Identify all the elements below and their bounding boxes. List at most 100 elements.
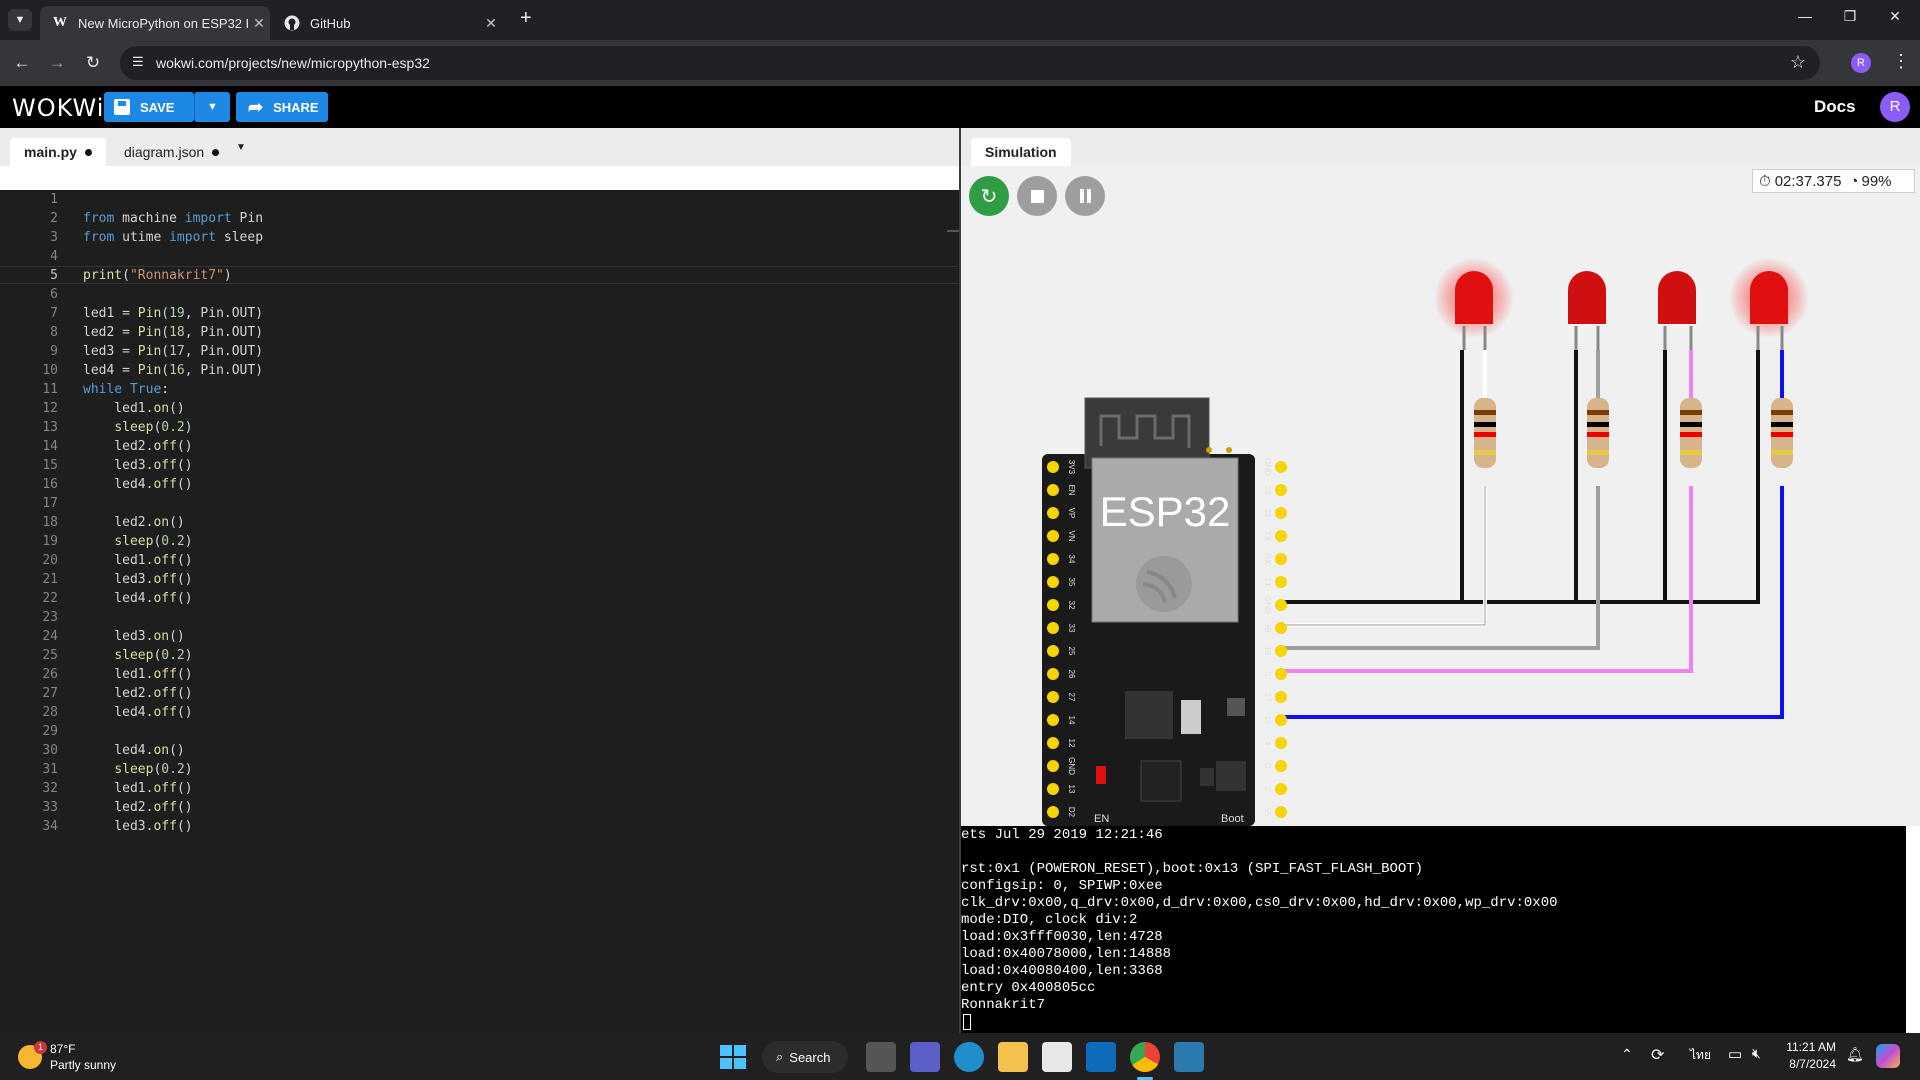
start-windows-icon[interactable] — [717, 1042, 747, 1072]
code-line[interactable]: led3 = Pin(17, Pin.OUT) — [83, 344, 263, 359]
code-line[interactable]: sleep(0.2) — [83, 648, 192, 663]
back-icon[interactable]: ← — [10, 52, 34, 76]
code-line[interactable]: led2.on() — [83, 515, 184, 530]
esp32-pin[interactable] — [1275, 553, 1287, 565]
close-tab-icon[interactable]: ✕ — [248, 15, 270, 32]
tab-search-button[interactable]: ▼ — [8, 9, 32, 31]
notifications-bell-icon[interactable]: 🔔︎ — [1846, 1046, 1864, 1063]
language-icon[interactable]: ไทย — [1690, 1046, 1711, 1065]
photos-icon[interactable] — [1174, 1042, 1204, 1072]
esp32-pin[interactable] — [1047, 645, 1059, 657]
show-hidden-icons-icon[interactable]: ⌃ — [1621, 1046, 1633, 1063]
code-line[interactable]: led3.off() — [83, 458, 192, 473]
code-line[interactable]: while True: — [83, 382, 169, 397]
code-line[interactable]: led1.off() — [83, 553, 192, 568]
minimize-icon[interactable]: — — [1790, 8, 1820, 24]
mail-icon[interactable] — [1086, 1042, 1116, 1072]
reload-icon[interactable]: ↻ — [81, 52, 105, 76]
esp32-pin[interactable] — [1047, 783, 1059, 795]
esp32-pin[interactable] — [1047, 576, 1059, 588]
code-line[interactable]: led4.off() — [83, 591, 192, 606]
wokwi-logo[interactable]: WOKWi — [12, 94, 104, 122]
esp32-pin[interactable] — [1275, 714, 1287, 726]
code-line[interactable]: sleep(0.2) — [83, 534, 192, 549]
tab-simulation[interactable]: Simulation — [971, 138, 1071, 166]
esp32-pin[interactable] — [1047, 599, 1059, 611]
tab-main-py[interactable]: main.py — [10, 138, 106, 166]
resistor-4[interactable] — [1771, 398, 1793, 468]
code-line[interactable]: from utime import sleep — [83, 230, 263, 245]
console-scrollbar[interactable] — [1906, 826, 1920, 1033]
wire-led4[interactable] — [1281, 350, 1784, 719]
editor-scrollbar[interactable] — [947, 230, 959, 232]
code-line[interactable]: led2.off() — [83, 439, 192, 454]
resistor-2[interactable] — [1587, 398, 1609, 468]
code-line[interactable]: led4.on() — [83, 743, 184, 758]
esp32-pin[interactable] — [1047, 484, 1059, 496]
taskbar-search[interactable]: ⌕ Search — [762, 1041, 848, 1073]
esp32-pin[interactable] — [1275, 599, 1287, 611]
esp32-pin[interactable] — [1047, 622, 1059, 634]
esp32-pin[interactable] — [1047, 691, 1059, 703]
code-line[interactable]: led2 = Pin(18, Pin.OUT) — [83, 325, 263, 340]
esp32-pin[interactable] — [1047, 737, 1059, 749]
code-line[interactable]: led2.off() — [83, 686, 192, 701]
esp32-pin[interactable] — [1275, 645, 1287, 657]
serial-monitor[interactable]: ets Jul 29 2019 12:21:46 rst:0x1 (POWERON… — [961, 826, 1920, 1033]
microsoft-store-icon[interactable] — [1042, 1042, 1072, 1072]
led-3[interactable] — [1658, 271, 1696, 350]
esp32-pin[interactable] — [1275, 622, 1287, 634]
code-line[interactable]: led4 = Pin(16, Pin.OUT) — [83, 363, 263, 378]
led-4[interactable] — [1729, 258, 1809, 350]
sync-icon[interactable]: ⟳ — [1651, 1045, 1664, 1065]
resistor-3[interactable] — [1680, 398, 1702, 468]
led-2[interactable] — [1568, 271, 1606, 350]
esp32-pin[interactable] — [1047, 760, 1059, 772]
code-editor[interactable]: 1 2 3 4 5 6 7 8 9 10 11 12 13 14 15 16 17 18 19 20 21 22 23 24 2… — [0, 190, 960, 1033]
share-button[interactable]: ➦ SHARE — [236, 92, 328, 122]
edge-icon[interactable] — [954, 1042, 984, 1072]
close-tab-icon[interactable]: ✕ — [480, 15, 502, 32]
site-info-icon[interactable]: ☰ — [132, 54, 144, 70]
simulation-canvas[interactable]: ↻ ⏱ 02:37.375 ◔ 99% ESP32 EN Boot 3V3 EN… — [961, 166, 1920, 826]
code-line[interactable]: sleep(0.2) — [83, 762, 192, 777]
browser-menu-icon[interactable]: ⋮ — [1892, 51, 1910, 72]
code-line[interactable]: led4.off() — [83, 705, 192, 720]
user-avatar[interactable]: R — [1880, 92, 1910, 122]
clock-date[interactable]: 8/7/2024 — [1784, 1057, 1836, 1071]
circuit-diagram[interactable]: ESP32 EN Boot 3V3ENVPVN34353233252627141… — [961, 166, 1920, 826]
chrome-icon[interactable] — [1130, 1042, 1160, 1072]
esp32-pin[interactable] — [1275, 461, 1287, 473]
volume-muted-icon[interactable]: 🔇︎ — [1752, 1045, 1761, 1062]
wire-gnd[interactable] — [1281, 350, 1760, 604]
code-line[interactable]: led3.off() — [83, 572, 192, 587]
esp32-pin[interactable] — [1047, 461, 1059, 473]
tab-diagram-json[interactable]: diagram.json — [110, 138, 233, 166]
docs-link[interactable]: Docs — [1814, 97, 1856, 117]
clock-time[interactable]: 11:21 AM — [1784, 1040, 1836, 1054]
esp32-pin[interactable] — [1275, 760, 1287, 772]
save-dropdown-button[interactable]: ▼ — [194, 92, 230, 122]
bookmark-star-icon[interactable]: ☆ — [1790, 52, 1806, 73]
esp32-pin[interactable] — [1275, 691, 1287, 703]
esp32-pin[interactable] — [1047, 668, 1059, 680]
esp32-pin[interactable] — [1047, 530, 1059, 542]
teams-icon[interactable] — [910, 1042, 940, 1072]
code-line[interactable]: led1.off() — [83, 667, 192, 682]
copilot-icon[interactable] — [1876, 1044, 1900, 1068]
code-line[interactable]: led3.on() — [83, 629, 184, 644]
esp32-pin[interactable] — [1047, 507, 1059, 519]
browser-tab-github[interactable]: GitHub ✕ — [272, 6, 502, 40]
code-line[interactable]: sleep(0.2) — [83, 420, 192, 435]
restore-icon[interactable]: ❐ — [1835, 8, 1865, 25]
weather-widget[interactable]: 1 87°F Partly sunny — [14, 1039, 154, 1075]
esp32-pin[interactable] — [1275, 668, 1287, 680]
code-line[interactable]: from machine import Pin — [83, 211, 263, 226]
led-1[interactable] — [1434, 258, 1514, 350]
esp32-pin[interactable] — [1275, 484, 1287, 496]
code-line[interactable]: led1.off() — [83, 781, 192, 796]
esp32-pin[interactable] — [1275, 806, 1287, 818]
task-view-icon[interactable] — [866, 1042, 896, 1072]
code-line[interactable]: led1.on() — [83, 401, 184, 416]
save-button[interactable]: SAVE — [104, 92, 194, 122]
